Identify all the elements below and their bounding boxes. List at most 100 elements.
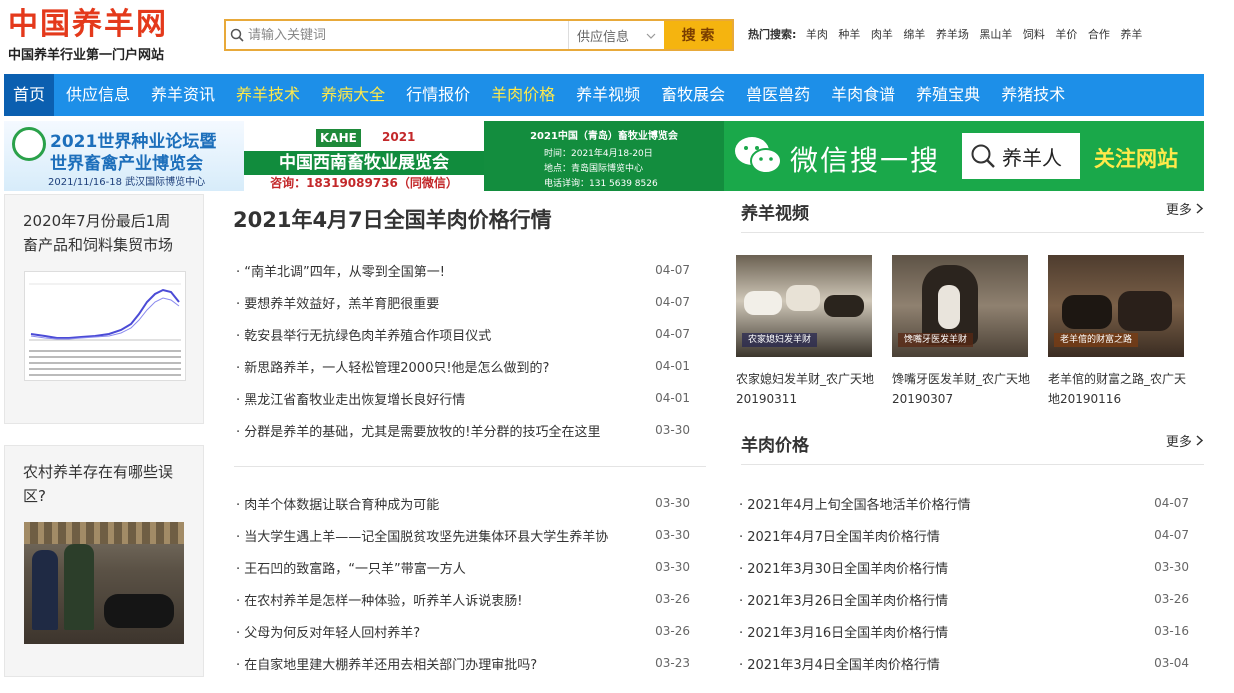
video-caption[interactable]: 农家媳妇发羊财_农广天地20190311 bbox=[736, 369, 874, 409]
hot-keyword[interactable]: 合作 bbox=[1088, 28, 1110, 41]
list-item-title[interactable]: · 在自家地里建大棚养羊还用去相关部门办理审批吗? bbox=[236, 654, 646, 673]
list-item[interactable]: · 2021年3月30日全国羊肉价格行情 03-30 bbox=[739, 551, 1189, 583]
list-item[interactable]: · 要想养羊效益好，羔羊育肥很重要 04-07 bbox=[236, 286, 690, 318]
list-item[interactable]: · 乾安县举行无抗绿色肉羊养殖合作项目仪式 04-07 bbox=[236, 318, 690, 350]
banner-contact: 咨询：18319089736（同微信） bbox=[244, 175, 484, 191]
video-card[interactable]: 老羊倌的财富之路 老羊倌的财富之路_农广天地20190116 bbox=[1048, 255, 1186, 409]
video-thumbnail[interactable]: 馋嘴牙医发羊财 bbox=[892, 255, 1028, 357]
video-thumbnail[interactable]: 老羊倌的财富之路 bbox=[1048, 255, 1184, 357]
search-input[interactable] bbox=[248, 21, 568, 49]
news-list-2: · 肉羊个体数据让联合育种成为可能 03-30 · 当大学生遇上羊——记全国脱贫攻… bbox=[236, 487, 690, 679]
banner-wechat-keyword: 养羊人 bbox=[1002, 145, 1062, 170]
list-item-title[interactable]: · 肉羊个体数据让联合育种成为可能 bbox=[236, 494, 646, 513]
nav-item-breeding[interactable]: 养殖宝典 bbox=[907, 74, 989, 116]
video-thumbnail[interactable]: 农家媳妇发羊财 bbox=[736, 255, 872, 357]
list-item-title[interactable]: · 要想养羊效益好，羔羊育肥很重要 bbox=[236, 293, 646, 312]
hot-keyword[interactable]: 肉羊 bbox=[871, 28, 893, 41]
list-item[interactable]: · 新思路养羊，一人轻松管理2000只!他是怎么做到的? 04-01 bbox=[236, 350, 690, 382]
nav-item-home[interactable]: 首页 bbox=[4, 74, 55, 116]
left-card-title[interactable]: 2020年7月份最后1周畜产品和饲料集贸市场 bbox=[5, 195, 203, 265]
list-item-date: 04-07 bbox=[655, 327, 690, 341]
banner-seed-forum[interactable]: 2021世界种业论坛暨 世界畜禽产业博览会 2021/11/16-18 武汉国际… bbox=[4, 121, 244, 191]
hot-keyword[interactable]: 绵羊 bbox=[903, 28, 925, 41]
farmers-photo[interactable] bbox=[24, 522, 184, 644]
hot-keyword[interactable]: 饲料 bbox=[1023, 28, 1045, 41]
list-item-title[interactable]: · 2021年3月26日全国羊肉价格行情 bbox=[739, 590, 948, 609]
site-logo[interactable]: 中国养羊网 中国养羊行业第一门户网站 bbox=[8, 8, 168, 64]
list-item[interactable]: · 2021年3月16日全国羊肉价格行情 03-16 bbox=[739, 615, 1189, 647]
list-item[interactable]: · 肉羊个体数据让联合育种成为可能 03-30 bbox=[236, 487, 690, 519]
list-item[interactable]: · 分群是养羊的基础，尤其是需要放牧的!羊分群的技巧全在这里 03-30 bbox=[236, 414, 690, 446]
nav-item-disease[interactable]: 养病大全 bbox=[312, 74, 394, 116]
banner-expo-phone: 电话详询：131 5639 8526 bbox=[544, 179, 658, 189]
search-button[interactable]: 搜 索 bbox=[664, 21, 732, 49]
banner-qingdao-expo[interactable]: 2021中国（青岛）畜牧业博览会 时间：2021年4月18-20日 地点：青岛国… bbox=[484, 121, 724, 191]
main-nav: 首页 供应信息 养羊资讯 养羊技术 养病大全 行情报价 羊肉价格 养羊视频 畜牧… bbox=[4, 74, 1204, 116]
list-item[interactable]: · 2021年4月上旬全国各地活羊价格行情 04-07 bbox=[739, 487, 1189, 519]
nav-item-market[interactable]: 行情报价 bbox=[397, 74, 479, 116]
price-more-link[interactable]: 更多 bbox=[1166, 431, 1204, 464]
hot-keyword[interactable]: 养羊 bbox=[1120, 28, 1142, 41]
search-category-select[interactable]: 供应信息 bbox=[568, 21, 664, 49]
price-section-header: 羊肉价格 更多 bbox=[741, 431, 1204, 465]
list-item-date: 03-30 bbox=[655, 528, 690, 542]
video-card[interactable]: 农家媳妇发羊财 农家媳妇发羊财_农广天地20190311 bbox=[736, 255, 874, 409]
left-card-misconceptions[interactable]: 农村养羊存在有哪些误区? bbox=[4, 445, 204, 677]
list-item[interactable]: · 王石凹的致富路，“一只羊”带富一方人 03-30 bbox=[236, 551, 690, 583]
list-item-title[interactable]: · 分群是养羊的基础，尤其是需要放牧的!羊分群的技巧全在这里 bbox=[236, 421, 646, 440]
list-item[interactable]: · 2021年4月7日全国羊肉价格行情 04-07 bbox=[739, 519, 1189, 551]
hot-keyword[interactable]: 羊价 bbox=[1055, 28, 1077, 41]
list-item[interactable]: · 父母为何反对年轻人回村养羊? 03-26 bbox=[236, 615, 690, 647]
list-item-title[interactable]: · 2021年3月16日全国羊肉价格行情 bbox=[739, 622, 948, 641]
list-item-date: 03-23 bbox=[655, 656, 690, 670]
list-item-date: 04-07 bbox=[1154, 528, 1189, 542]
left-card-title[interactable]: 农村养羊存在有哪些误区? bbox=[5, 446, 203, 516]
list-item-title[interactable]: · 黑龙江省畜牧业走出恢复增长良好行情 bbox=[236, 389, 646, 408]
list-item[interactable]: · “南羊北调”四年，从零到全国第一! 04-07 bbox=[236, 254, 690, 286]
list-item[interactable]: · 在农村养羊是怎样一种体验，听养羊人诉说衷肠! 03-26 bbox=[236, 583, 690, 615]
nav-item-supply[interactable]: 供应信息 bbox=[57, 74, 139, 116]
site-title[interactable]: 中国养羊网 bbox=[8, 8, 168, 42]
list-item[interactable]: · 黑龙江省畜牧业走出恢复增长良好行情 04-01 bbox=[236, 382, 690, 414]
list-item-date: 03-26 bbox=[655, 592, 690, 606]
nav-item-tech[interactable]: 养羊技术 bbox=[227, 74, 309, 116]
left-card-market-report[interactable]: 2020年7月份最后1周畜产品和饲料集贸市场 bbox=[4, 194, 204, 424]
nav-item-mutton-price[interactable]: 羊肉价格 bbox=[482, 74, 564, 116]
list-item[interactable]: · 当大学生遇上羊——记全国脱贫攻坚先进集体环县大学生养羊协 03-30 bbox=[236, 519, 690, 551]
hot-keyword[interactable]: 黑山羊 bbox=[979, 28, 1012, 41]
photo-pen bbox=[24, 522, 184, 544]
list-item-title[interactable]: · 2021年4月上旬全国各地活羊价格行情 bbox=[739, 494, 971, 513]
nav-item-video[interactable]: 养羊视频 bbox=[567, 74, 649, 116]
list-item[interactable]: · 在自家地里建大棚养羊还用去相关部门办理审批吗? 03-23 bbox=[236, 647, 690, 679]
list-item-title[interactable]: · “南羊北调”四年，从零到全国第一! bbox=[236, 261, 646, 280]
banner-expo-time: 时间：2021年4月18-20日 bbox=[544, 149, 653, 159]
hot-keyword[interactable]: 养羊场 bbox=[936, 28, 969, 41]
list-item-title[interactable]: · 2021年3月30日全国羊肉价格行情 bbox=[739, 558, 948, 577]
nav-item-expo[interactable]: 畜牧展会 bbox=[652, 74, 734, 116]
list-item-title[interactable]: · 父母为何反对年轻人回村养羊? bbox=[236, 622, 646, 641]
list-item-title[interactable]: · 在农村养羊是怎样一种体验，听养羊人诉说衷肠! bbox=[236, 590, 646, 609]
list-item-title[interactable]: · 王石凹的致富路，“一只羊”带富一方人 bbox=[236, 558, 646, 577]
list-item-title[interactable]: · 2021年3月4日全国羊肉价格行情 bbox=[739, 654, 940, 673]
list-item[interactable]: · 2021年3月4日全国羊肉价格行情 03-04 bbox=[739, 647, 1189, 679]
nav-item-pig[interactable]: 养猪技术 bbox=[992, 74, 1074, 116]
nav-item-recipe[interactable]: 羊肉食谱 bbox=[822, 74, 904, 116]
goat-face bbox=[938, 285, 960, 329]
list-item[interactable]: · 2021年3月26日全国羊肉价格行情 03-26 bbox=[739, 583, 1189, 615]
nav-item-news[interactable]: 养羊资讯 bbox=[142, 74, 224, 116]
list-item-title[interactable]: · 2021年4月7日全国羊肉价格行情 bbox=[739, 526, 940, 545]
list-item-title[interactable]: · 乾安县举行无抗绿色肉羊养殖合作项目仪式 bbox=[236, 325, 646, 344]
banner-wechat-search[interactable]: 微信搜一搜 养羊人 关注网站 bbox=[724, 121, 1204, 191]
hot-keyword[interactable]: 羊肉 bbox=[806, 28, 828, 41]
hot-keyword[interactable]: 种羊 bbox=[838, 28, 860, 41]
video-caption[interactable]: 馋嘴牙医发羊财_农广天地20190307 bbox=[892, 369, 1030, 409]
market-chart-thumbnail[interactable] bbox=[24, 271, 186, 381]
nav-item-vet[interactable]: 兽医兽药 bbox=[737, 74, 819, 116]
list-item-title[interactable]: · 当大学生遇上羊——记全国脱贫攻坚先进集体环县大学生养羊协 bbox=[236, 526, 646, 545]
video-caption[interactable]: 老羊倌的财富之路_农广天地20190116 bbox=[1048, 369, 1186, 409]
video-card[interactable]: 馋嘴牙医发羊财 馋嘴牙医发羊财_农广天地20190307 bbox=[892, 255, 1030, 409]
video-more-link[interactable]: 更多 bbox=[1166, 199, 1204, 232]
list-item-title[interactable]: · 新思路养羊，一人轻松管理2000只!他是怎么做到的? bbox=[236, 357, 646, 376]
main-article-title[interactable]: 2021年4月7日全国羊肉价格行情 bbox=[233, 204, 552, 234]
banner-southwest-expo[interactable]: KAHE 2021 中国西南畜牧业展览会 咨询：18319089736（同微信） bbox=[244, 121, 484, 191]
